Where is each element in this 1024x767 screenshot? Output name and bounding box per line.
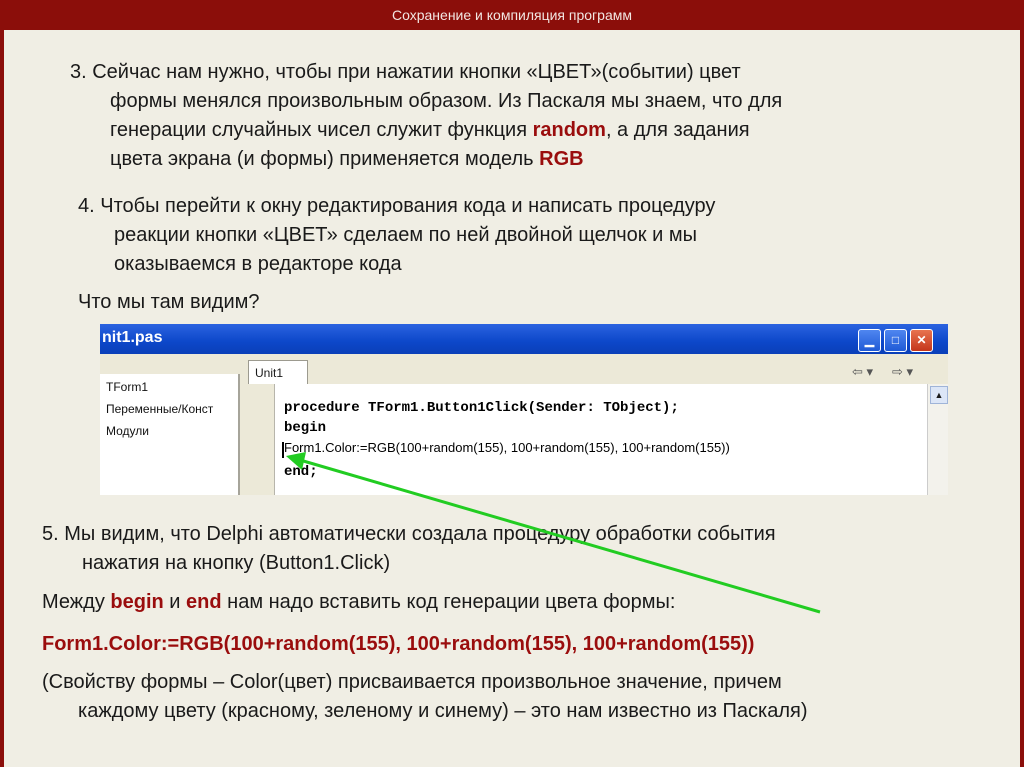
green-arrow	[286, 452, 821, 614]
arrow-head-icon	[286, 452, 306, 470]
arrow-shaft	[299, 458, 821, 614]
